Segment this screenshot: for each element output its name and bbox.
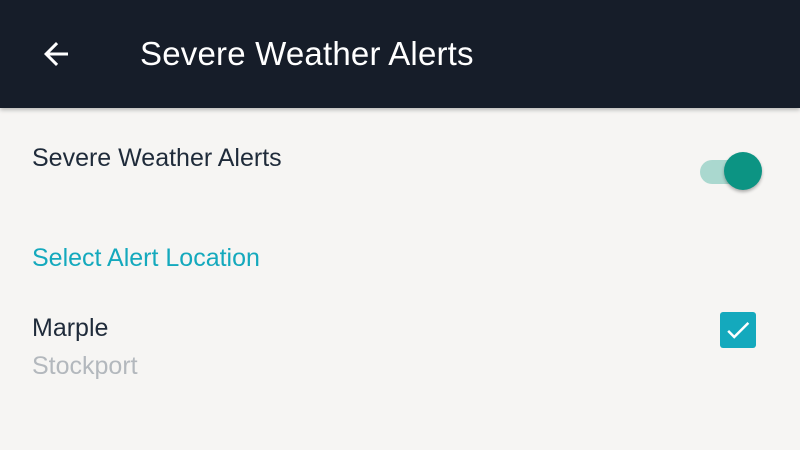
toggle-thumb [724,152,762,190]
settings-content: Severe Weather Alerts Select Alert Locat… [0,108,800,450]
back-button[interactable] [28,26,84,82]
location-name: Marple [32,314,109,342]
setting-label: Severe Weather Alerts [32,144,282,172]
app-bar: Severe Weather Alerts [0,0,800,108]
location-checkbox[interactable] [720,312,756,348]
page-title: Severe Weather Alerts [140,35,474,72]
location-list-item[interactable]: Marple Stockport [0,304,800,394]
section-header-alert-location: Select Alert Location [32,244,260,272]
arrow-back-icon [44,42,68,66]
severe-weather-alerts-setting[interactable]: Severe Weather Alerts [0,132,800,196]
location-subtitle: Stockport [32,352,138,380]
checkmark-icon [727,321,750,339]
alerts-toggle-switch[interactable] [698,150,764,190]
